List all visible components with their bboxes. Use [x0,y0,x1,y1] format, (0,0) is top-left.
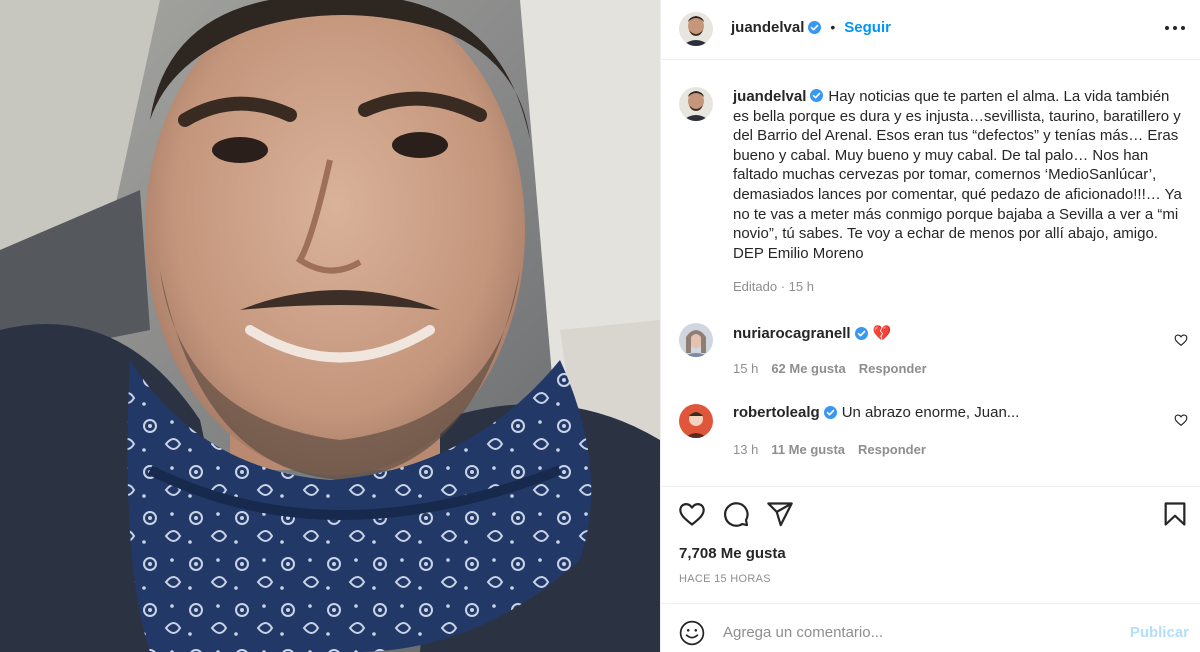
caption-text: Hay noticias que te parten el alma. La v… [733,88,1182,262]
comment-time: 15 h [733,361,759,376]
reply-button[interactable]: Responder [859,361,927,376]
comment-text: 💔 [872,325,892,342]
comment-likes[interactable]: 62 Me gusta [771,361,845,376]
author-avatar[interactable] [679,12,713,46]
heart-icon[interactable] [678,500,706,528]
verified-badge-icon [808,20,822,34]
caption-author-avatar[interactable] [679,87,713,121]
likes-count[interactable]: 7,708 Me gusta [679,545,786,562]
verified-badge-icon [854,326,868,340]
comment-input[interactable] [723,624,1103,641]
author-username[interactable]: juandelval [731,19,804,36]
header-separator: • [830,19,836,35]
comment-bubble-icon[interactable] [722,500,750,528]
more-options-icon[interactable] [1165,18,1185,38]
post-header: juandelval • Seguir [661,0,1200,60]
comment-row: robertolealg Un abrazo enorme, Juan... [733,404,1019,421]
action-bar [661,497,1200,537]
comment-meta: 15 h 62 Me gusta Responder [733,361,927,376]
comment-time: 13 h [733,442,759,457]
reply-button[interactable]: Responder [858,442,926,457]
comment-username[interactable]: nuriarocagranell [733,325,851,342]
post-caption: juandelval Hay noticias que te parten el … [733,87,1183,263]
verified-badge-icon [810,89,824,102]
comment-meta: 13 h 11 Me gusta Responder [733,442,926,457]
header-name-row: juandelval • Seguir [731,17,891,37]
selfie-photo-illustration [0,0,660,652]
comment-username[interactable]: robertolealg [733,404,820,421]
divider [661,486,1200,487]
paper-plane-icon[interactable] [766,500,794,528]
comment-like-heart-icon[interactable] [1174,333,1188,347]
instagram-post-view: juandelval • Seguir juandelval Hay notic… [0,0,1200,652]
comment-row: nuriarocagranell 💔 [733,324,892,343]
comment-like-heart-icon[interactable] [1174,413,1188,427]
bookmark-icon[interactable] [1161,500,1189,528]
add-comment-bar: Publicar [661,604,1200,652]
caption-username[interactable]: juandelval [733,88,806,105]
caption-meta: Editado · 15 h [733,279,814,294]
post-side-panel: juandelval • Seguir juandelval Hay notic… [660,0,1200,652]
verified-badge-icon [823,406,837,419]
commenter-avatar[interactable] [679,404,713,438]
comment-text: Un abrazo enorme, Juan... [841,404,1020,421]
post-photo[interactable] [0,0,660,652]
follow-button[interactable]: Seguir [844,19,891,36]
comment-likes[interactable]: 11 Me gusta [771,442,845,457]
commenter-avatar[interactable] [679,323,713,357]
smiley-icon[interactable] [679,620,705,646]
publish-button[interactable]: Publicar [1130,624,1189,641]
post-timestamp[interactable]: HACE 15 HORAS [679,573,771,585]
